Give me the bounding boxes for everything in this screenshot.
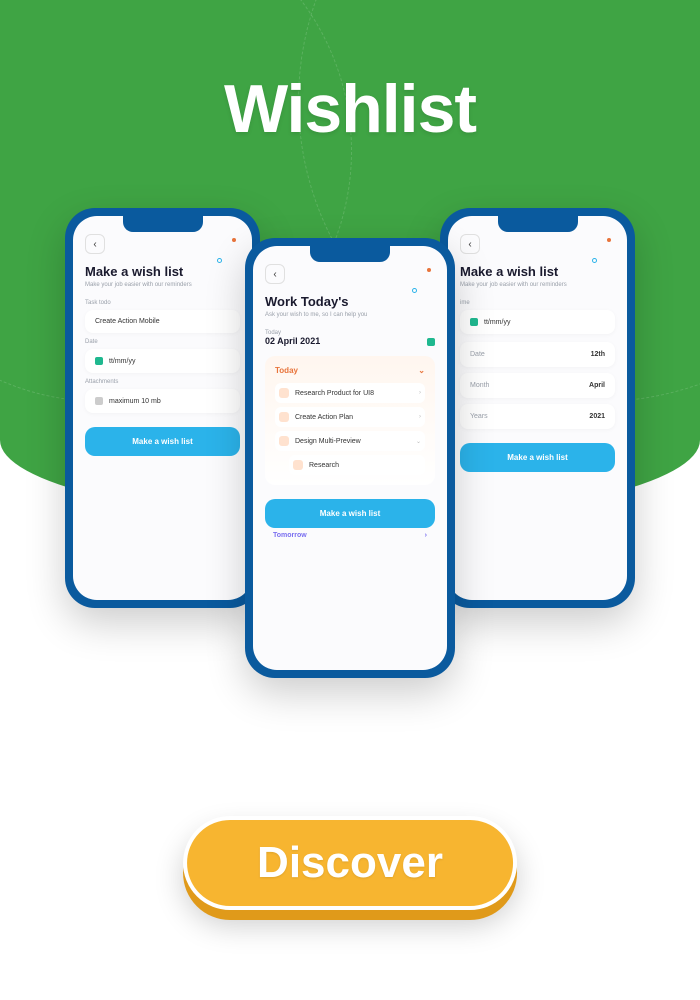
screen-title: Make a wish list <box>85 264 240 279</box>
chevron-right-icon: › <box>425 532 427 539</box>
screen-title: Make a wish list <box>460 264 615 279</box>
today-section-label: Today <box>275 366 298 375</box>
task-row[interactable]: Research Product for UI8 › <box>275 383 425 403</box>
back-button[interactable]: ‹ <box>85 234 105 254</box>
task-row[interactable]: Create Action Plan › <box>275 407 425 427</box>
today-tasks-card: Today ⌄ Research Product for UI8 › Creat… <box>265 356 435 485</box>
tomorrow-section[interactable]: Tomorrow › <box>265 528 435 543</box>
task-label: Design Multi-Preview <box>295 438 361 445</box>
phone-screen-left: ‹ Make a wish list Make your job easier … <box>73 216 252 600</box>
attachments-input[interactable]: maximum 10 mb <box>85 389 240 413</box>
calendar-icon <box>470 318 478 326</box>
tomorrow-label: Tomorrow <box>273 532 307 539</box>
screen-subtitle: Ask your wish to me, so I can help you <box>265 312 435 318</box>
back-button[interactable]: ‹ <box>265 264 285 284</box>
select-label: Years <box>470 413 488 420</box>
attachments-value: maximum 10 mb <box>109 398 161 405</box>
years-select[interactable]: Years 2021 <box>460 404 615 429</box>
calendar-icon <box>95 357 103 365</box>
time-label: ime <box>460 300 615 306</box>
discover-button[interactable]: Discover <box>183 816 517 910</box>
screen-subtitle: Make your job easier with our reminders <box>85 282 240 288</box>
phone-notch <box>310 246 390 262</box>
select-label: Date <box>470 351 485 358</box>
date-input[interactable]: tt/mm/yy <box>85 349 240 373</box>
time-value: tt/mm/yy <box>484 319 510 326</box>
task-todo-value: Create Action Mobile <box>95 318 160 325</box>
task-row[interactable]: Design Multi-Preview ⌄ <box>275 431 425 451</box>
attachment-icon <box>95 397 103 405</box>
phone-screen-center: ‹ Work Today's Ask your wish to me, so I… <box>253 246 447 670</box>
chevron-down-icon: ⌄ <box>416 438 421 445</box>
hero-title: Wishlist <box>0 0 700 148</box>
date-select[interactable]: Date 12th <box>460 342 615 367</box>
select-value: 12th <box>591 351 605 358</box>
phones-showcase: ‹ Make a wish list Make your job easier … <box>0 208 700 678</box>
subtask-label: Research <box>309 462 339 469</box>
select-value: April <box>589 382 605 389</box>
date-value: tt/mm/yy <box>109 358 135 365</box>
phone-notch <box>123 216 203 232</box>
chevron-right-icon: › <box>419 390 421 396</box>
month-select[interactable]: Month April <box>460 373 615 398</box>
today-date: 02 April 2021 <box>265 336 320 346</box>
screen-subtitle: Make your job easier with our reminders <box>460 282 615 288</box>
task-checkbox[interactable] <box>279 412 289 422</box>
time-input[interactable]: tt/mm/yy <box>460 310 615 334</box>
make-wish-list-button[interactable]: Make a wish list <box>265 499 435 528</box>
task-checkbox[interactable] <box>279 436 289 446</box>
task-checkbox[interactable] <box>293 460 303 470</box>
attachments-label: Attachments <box>85 379 240 385</box>
task-label: Research Product for UI8 <box>295 390 374 397</box>
chevron-down-icon: ⌄ <box>418 366 425 375</box>
make-wish-list-button[interactable]: Make a wish list <box>85 427 240 456</box>
screen-title: Work Today's <box>265 294 435 309</box>
phone-mockup-center: ‹ Work Today's Ask your wish to me, so I… <box>245 238 455 678</box>
calendar-icon[interactable] <box>427 338 435 346</box>
select-value: 2021 <box>589 413 605 420</box>
task-checkbox[interactable] <box>279 388 289 398</box>
today-section-header[interactable]: Today ⌄ <box>275 366 425 375</box>
phone-screen-right: ‹ Make a wish list Make your job easier … <box>448 216 627 600</box>
back-button[interactable]: ‹ <box>460 234 480 254</box>
task-todo-label: Task todo <box>85 300 240 306</box>
make-wish-list-button[interactable]: Make a wish list <box>460 443 615 472</box>
task-label: Create Action Plan <box>295 414 353 421</box>
phone-mockup-right: ‹ Make a wish list Make your job easier … <box>440 208 635 608</box>
subtask-row[interactable]: Research <box>289 455 425 475</box>
phone-notch <box>498 216 578 232</box>
phone-mockup-left: ‹ Make a wish list Make your job easier … <box>65 208 260 608</box>
chevron-right-icon: › <box>419 414 421 420</box>
select-label: Month <box>470 382 489 389</box>
date-label: Date <box>85 339 240 345</box>
task-todo-input[interactable]: Create Action Mobile <box>85 310 240 333</box>
